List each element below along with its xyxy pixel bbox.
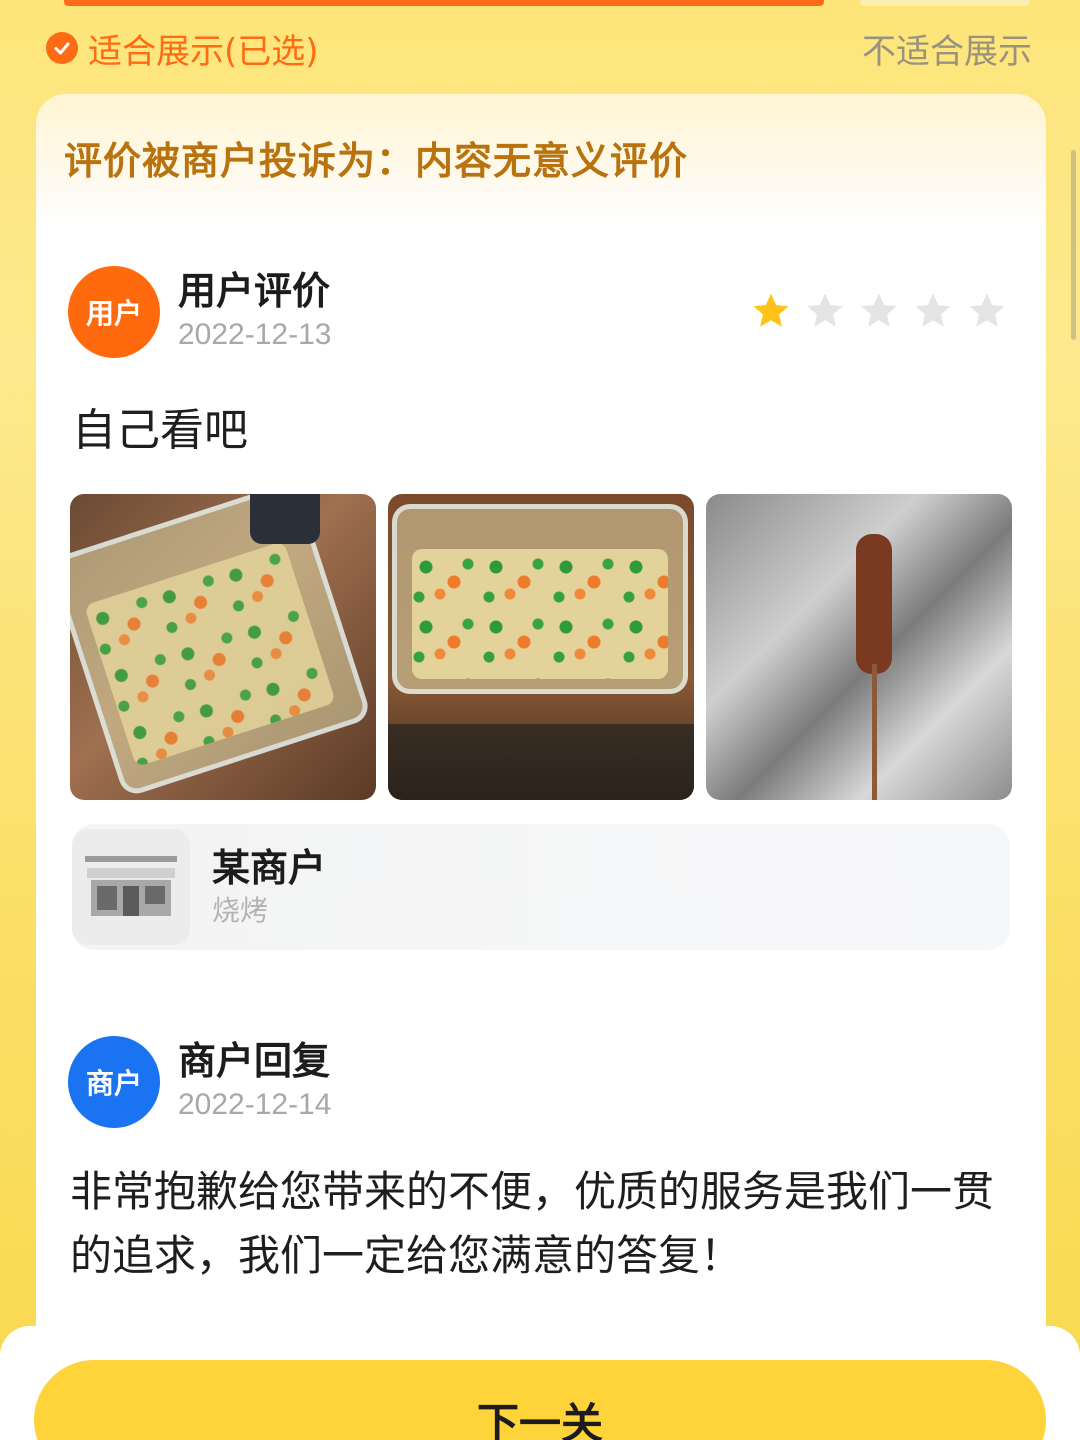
merchant-reply-title: 商户回复 bbox=[178, 1039, 331, 1083]
merchant-reply-text: 非常抱歉给您带来的不便，优质的服务是我们一贯的追求，我们一定给您满意的答复！ bbox=[70, 1167, 995, 1280]
complaint-reason: 评价被商户投诉为：内容无意义评价 bbox=[64, 139, 689, 183]
merchant-info[interactable]: 某商户 烧烤 bbox=[72, 824, 1010, 950]
next-level-label: 下一关 bbox=[476, 1399, 603, 1440]
merchant-reply-header: 商户 商户回复 2022-12-14 bbox=[68, 1036, 331, 1128]
review-photos bbox=[70, 494, 1012, 800]
meat-skewer bbox=[856, 534, 892, 674]
star-empty-icon bbox=[915, 293, 951, 327]
merchant-category: 烧烤 bbox=[212, 894, 269, 927]
user-review-text: 自己看吧 bbox=[72, 405, 248, 456]
check-circle-icon bbox=[46, 32, 78, 64]
next-level-button[interactable]: 下一关 bbox=[34, 1360, 1046, 1440]
fried-rice bbox=[412, 549, 668, 679]
option-suitable-selected[interactable]: 适合展示(已选) bbox=[46, 24, 319, 72]
table-edge bbox=[388, 724, 694, 800]
cup bbox=[250, 494, 320, 544]
progress-bar-fill bbox=[64, 0, 824, 6]
merchant-avatar-label: 商户 bbox=[85, 1067, 142, 1100]
merchant-avatar: 商户 bbox=[68, 1036, 160, 1128]
merchant-reply-date: 2022-12-14 bbox=[178, 1088, 332, 1121]
scrollbar[interactable] bbox=[1071, 150, 1076, 340]
star-empty-icon bbox=[969, 293, 1005, 327]
user-review-date: 2022-12-13 bbox=[178, 318, 332, 351]
review-photo-3[interactable] bbox=[706, 494, 1012, 800]
review-photo-1[interactable] bbox=[70, 494, 376, 800]
review-card: 评价被商户投诉为：内容无意义评价 用户 用户评价 2022-12-13 自己看吧 bbox=[36, 94, 1046, 1394]
progress-bar-track bbox=[860, 0, 1030, 6]
complaint-header: 评价被商户投诉为：内容无意义评价 bbox=[36, 94, 1046, 224]
star-empty-icon bbox=[807, 293, 843, 327]
star-rating bbox=[750, 290, 1008, 332]
review-photo-2[interactable] bbox=[388, 494, 694, 800]
star-empty-icon bbox=[861, 293, 897, 327]
option-unsuitable-label: 不适合展示 bbox=[862, 31, 1032, 72]
option-suitable-label: 适合展示(已选) bbox=[88, 31, 319, 72]
skewer-stick bbox=[872, 664, 877, 800]
shop-icon bbox=[72, 829, 190, 945]
user-review-header: 用户 用户评价 2022-12-13 bbox=[68, 266, 331, 358]
user-review-title: 用户评价 bbox=[178, 269, 331, 313]
user-avatar: 用户 bbox=[68, 266, 160, 358]
star-filled-icon bbox=[753, 293, 789, 327]
merchant-name: 某商户 bbox=[212, 846, 327, 890]
option-unsuitable[interactable]: 不适合展示 bbox=[862, 24, 1032, 72]
user-avatar-label: 用户 bbox=[85, 297, 142, 330]
